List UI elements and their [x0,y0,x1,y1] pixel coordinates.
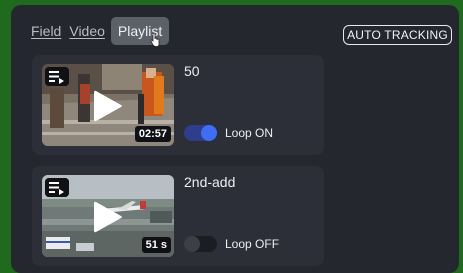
playlist-icon [45,67,69,86]
video-title: 50 [184,63,200,79]
toggle-knob [201,125,217,141]
playlist-panel: Field Video Playlist AUTO TRACKING 02:57… [11,5,459,273]
duration-badge: 02:57 [134,126,171,142]
playlist-icon [45,178,69,197]
toggle-knob [184,236,200,252]
loop-label: Loop ON [225,126,274,140]
auto-tracking-button[interactable]: AUTO TRACKING [343,25,452,45]
video-title: 2nd-add [184,174,236,190]
loop-label: Loop OFF [225,237,280,251]
playlist-item[interactable]: 02:57 50 Loop ON [32,55,324,155]
loop-toggle[interactable] [184,236,217,252]
play-icon[interactable] [92,200,124,234]
duration-badge: 51 s [141,237,171,253]
tab-field[interactable]: Field [31,23,61,39]
tab-playlist[interactable]: Playlist [110,17,170,45]
tab-video[interactable]: Video [69,23,105,39]
loop-toggle[interactable] [184,125,217,141]
hand-cursor-icon [150,33,160,47]
video-thumbnail[interactable]: 51 s [42,175,174,257]
playlist-item[interactable]: 51 s 2nd-add Loop OFF [32,166,324,266]
video-thumbnail[interactable]: 02:57 [42,64,174,146]
play-icon[interactable] [92,89,124,123]
